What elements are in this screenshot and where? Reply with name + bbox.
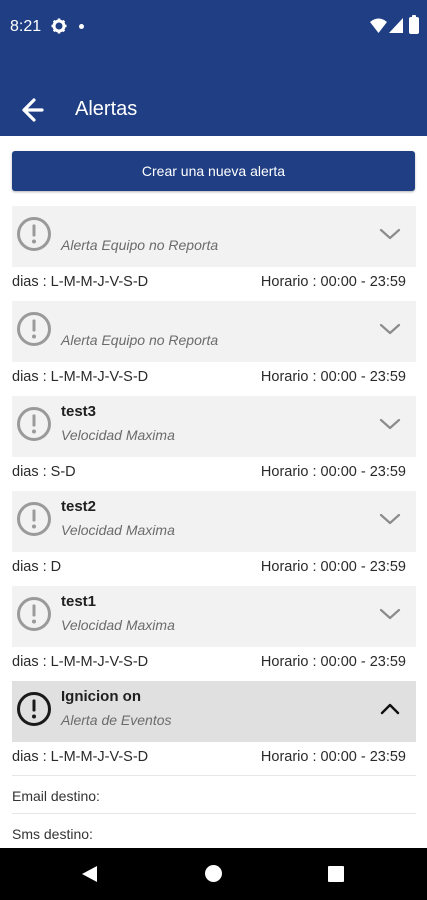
- alert-schedule: dias : L-M-M-J-V-S-D Horario : 00:00 - 23…: [12, 647, 416, 681]
- alert-days: dias : L-M-M-J-V-S-D: [12, 654, 149, 670]
- alert-type: Velocidad Maxima: [61, 617, 175, 633]
- alert-name: test1: [61, 593, 97, 610]
- alert-days: dias : D: [12, 559, 62, 575]
- chevron-down-icon[interactable]: [378, 412, 402, 436]
- alert-hours: Horario : 00:00 - 23:59: [260, 274, 406, 290]
- nav-back-icon[interactable]: [80, 865, 98, 888]
- sms-destination-row: Sms destino:: [12, 814, 416, 852]
- alert-header[interactable]: Alerta Equipo no Reporta: [12, 301, 416, 362]
- alert-hours: Horario : 00:00 - 23:59: [260, 559, 406, 575]
- chevron-up-icon[interactable]: [378, 697, 402, 721]
- alert-hours: Horario : 00:00 - 23:59: [260, 749, 406, 765]
- alert-days: dias : S-D: [12, 464, 76, 480]
- page-title: Alertas: [75, 98, 138, 120]
- alert-header[interactable]: Alerta Equipo no Reporta: [12, 206, 416, 267]
- alert-schedule: dias : L-M-M-J-V-S-D Horario : 00:00 - 23…: [12, 362, 416, 396]
- app-bar: 8:21 Alertas: [0, 0, 427, 136]
- alert-item: Alerta Equipo no Reporta dias : L-M-M-J-V…: [0, 206, 427, 301]
- alert-exclamation-icon: [16, 311, 52, 347]
- alert-header[interactable]: test3 Velocidad Maxima: [12, 396, 416, 457]
- alert-name: test2: [61, 498, 97, 515]
- alert-type: Velocidad Maxima: [61, 427, 175, 443]
- alert-schedule: dias : S-D Horario : 00:00 - 23:59: [12, 457, 416, 491]
- alert-exclamation-icon: [16, 406, 52, 442]
- alert-hours: Horario : 00:00 - 23:59: [260, 464, 406, 480]
- alert-header[interactable]: test1 Velocidad Maxima: [12, 586, 416, 647]
- alert-days: dias : L-M-M-J-V-S-D: [12, 274, 149, 290]
- notification-dot-icon: [79, 24, 84, 29]
- alert-type: Velocidad Maxima: [61, 522, 175, 538]
- chevron-down-icon[interactable]: [378, 317, 402, 341]
- alert-item: Alerta Equipo no Reporta dias : L-M-M-J-V…: [0, 301, 427, 396]
- alert-exclamation-icon: [16, 596, 52, 632]
- alert-item: Ignicion on Alerta de Eventos dias : L-M-M…: [0, 681, 427, 852]
- email-destination-label: Email destino:: [12, 788, 100, 804]
- alert-days: dias : L-M-M-J-V-S-D: [12, 369, 149, 385]
- alert-type: Alerta Equipo no Reporta: [61, 332, 219, 348]
- nav-recents-icon[interactable]: [328, 866, 344, 882]
- alert-type: Alerta Equipo no Reporta: [61, 237, 219, 253]
- alert-schedule: dias : D Horario : 00:00 - 23:59: [12, 552, 416, 586]
- battery-icon: [409, 15, 419, 34]
- chevron-down-icon[interactable]: [378, 507, 402, 531]
- email-destination-row: Email destino:: [12, 776, 416, 814]
- settings-gear-icon: [51, 18, 67, 39]
- alert-type: Alerta de Eventos: [61, 712, 172, 728]
- alert-hours: Horario : 00:00 - 23:59: [260, 654, 406, 670]
- wifi-icon: [370, 18, 387, 38]
- alert-days: dias : L-M-M-J-V-S-D: [12, 749, 149, 765]
- alert-exclamation-icon: [16, 691, 52, 727]
- alert-header[interactable]: test2 Velocidad Maxima: [12, 491, 416, 552]
- alert-item: test2 Velocidad Maxima dias : D Horario : 0…: [0, 491, 427, 586]
- alert-hours: Horario : 00:00 - 23:59: [260, 369, 406, 385]
- alert-item: test3 Velocidad Maxima dias : S-D Horario :…: [0, 396, 427, 491]
- status-bar: 8:21: [0, 0, 427, 54]
- nav-home-icon[interactable]: [205, 865, 222, 882]
- alert-schedule: dias : L-M-M-J-V-S-D Horario : 00:00 - 23…: [12, 267, 416, 301]
- alert-header[interactable]: Ignicion on Alerta de Eventos: [12, 681, 416, 742]
- alert-name: Ignicion on: [61, 688, 141, 705]
- status-time: 8:21: [10, 18, 42, 35]
- create-alert-button[interactable]: Crear una nueva alerta: [12, 151, 415, 191]
- alert-exclamation-icon: [16, 216, 52, 252]
- chevron-down-icon[interactable]: [378, 222, 402, 246]
- alert-list: Alerta Equipo no Reporta dias : L-M-M-J-V…: [0, 206, 427, 852]
- chevron-down-icon[interactable]: [378, 602, 402, 626]
- system-nav-bar: [0, 848, 427, 900]
- alert-schedule: dias : L-M-M-J-V-S-D Horario : 00:00 - 23…: [12, 742, 416, 776]
- alert-item: test1 Velocidad Maxima dias : L-M-M-J-V-S-…: [0, 586, 427, 681]
- back-arrow-icon[interactable]: [14, 95, 48, 125]
- alert-name: test3: [61, 403, 97, 420]
- signal-icon: [389, 18, 403, 38]
- alert-exclamation-icon: [16, 501, 52, 537]
- sms-destination-label: Sms destino:: [12, 826, 93, 842]
